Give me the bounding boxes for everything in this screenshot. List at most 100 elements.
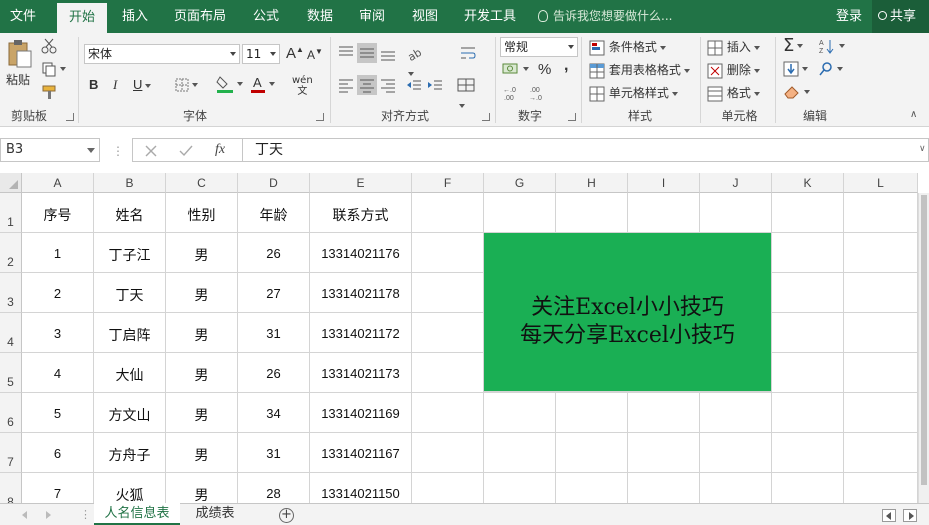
cell-d8[interactable]: 28 <box>238 473 310 503</box>
cell-e4[interactable]: 13314021172 <box>310 313 412 353</box>
align-right-button[interactable] <box>378 75 398 95</box>
decrease-decimal-button[interactable]: .00 →.0 <box>528 84 548 102</box>
cell-c2[interactable]: 男 <box>166 233 238 273</box>
cell-b8[interactable]: 火狐 <box>94 473 166 503</box>
clipboard-launcher[interactable] <box>66 113 74 121</box>
empty-cell[interactable] <box>700 393 772 433</box>
comma-button[interactable]: , <box>564 57 568 75</box>
empty-cell[interactable] <box>844 433 918 473</box>
scrollbar-thumb[interactable] <box>921 195 927 485</box>
cell-a4[interactable]: 3 <box>22 313 94 353</box>
row-header-8[interactable]: 8 <box>0 473 22 503</box>
empty-cell[interactable] <box>412 273 484 313</box>
cell-b3[interactable]: 丁天 <box>94 273 166 313</box>
cell-b2[interactable]: 丁子江 <box>94 233 166 273</box>
cell-c5[interactable]: 男 <box>166 353 238 393</box>
format-as-table-button[interactable]: 套用表格格式 <box>589 61 690 79</box>
row-header-7[interactable]: 7 <box>0 433 22 473</box>
collapse-ribbon-button[interactable]: ∧ <box>910 109 917 120</box>
column-header-f[interactable]: F <box>412 173 484 193</box>
empty-cell[interactable] <box>844 273 918 313</box>
tab-review[interactable]: 审阅 <box>350 0 394 33</box>
decrease-indent-button[interactable] <box>404 75 424 95</box>
row-header-2[interactable]: 2 <box>0 233 22 273</box>
header-cell-d1[interactable]: 年龄 <box>238 193 310 233</box>
orientation-button[interactable]: ab <box>405 43 433 76</box>
tell-me-box[interactable]: 告诉我您想要做什么... <box>538 0 672 33</box>
row-header-5[interactable]: 5 <box>0 353 22 393</box>
copy-button[interactable] <box>41 61 66 77</box>
cell-c7[interactable]: 男 <box>166 433 238 473</box>
wrap-text-button[interactable] <box>458 43 478 63</box>
cell-e2[interactable]: 13314021176 <box>310 233 412 273</box>
cell-a3[interactable]: 2 <box>22 273 94 313</box>
tab-file[interactable]: 文件 <box>0 0 46 33</box>
cancel-icon[interactable] <box>145 145 157 157</box>
cell-c4[interactable]: 男 <box>166 313 238 353</box>
column-header-i[interactable]: I <box>628 173 700 193</box>
column-header-c[interactable]: C <box>166 173 238 193</box>
empty-cell[interactable] <box>556 393 628 433</box>
cell-a5[interactable]: 4 <box>22 353 94 393</box>
increase-indent-button[interactable] <box>425 75 445 95</box>
add-sheet-button[interactable]: + <box>279 508 294 523</box>
cell-d5[interactable]: 26 <box>238 353 310 393</box>
sheet-tab-names[interactable]: 人名信息表 <box>94 503 180 525</box>
empty-cell[interactable] <box>844 233 918 273</box>
cell-b4[interactable]: 丁启阵 <box>94 313 166 353</box>
insert-function-icon[interactable]: fx <box>215 142 225 158</box>
cell-c8[interactable]: 男 <box>166 473 238 503</box>
column-header-d[interactable]: D <box>238 173 310 193</box>
empty-cell[interactable] <box>484 393 556 433</box>
cell-e6[interactable]: 13314021169 <box>310 393 412 433</box>
cell-styles-button[interactable]: 单元格样式 <box>589 84 678 102</box>
empty-cell[interactable] <box>844 353 918 393</box>
share-button[interactable]: 共享 <box>872 0 929 33</box>
empty-cell[interactable] <box>628 393 700 433</box>
column-header-a[interactable]: A <box>22 173 94 193</box>
enter-check-icon[interactable] <box>179 145 193 157</box>
empty-cell[interactable] <box>844 393 918 433</box>
font-size-select[interactable]: 11 <box>242 44 280 64</box>
tab-insert[interactable]: 插入 <box>112 0 158 33</box>
row-header-1[interactable]: 1 <box>0 193 22 233</box>
empty-cell[interactable] <box>700 473 772 503</box>
row-header-4[interactable]: 4 <box>0 313 22 353</box>
cell-d7[interactable]: 31 <box>238 433 310 473</box>
paste-button[interactable] <box>6 39 34 69</box>
cell-b5[interactable]: 大仙 <box>94 353 166 393</box>
empty-cell[interactable] <box>772 433 844 473</box>
row-header-3[interactable]: 3 <box>0 273 22 313</box>
tab-view[interactable]: 视图 <box>403 0 447 33</box>
grow-font-button[interactable]: A▲ <box>286 45 304 62</box>
empty-cell[interactable] <box>556 193 628 233</box>
header-cell-e1[interactable]: 联系方式 <box>310 193 412 233</box>
cell-a2[interactable]: 1 <box>22 233 94 273</box>
cell-e8[interactable]: 13314021150 <box>310 473 412 503</box>
empty-cell[interactable] <box>628 473 700 503</box>
find-select-button[interactable] <box>818 61 843 77</box>
empty-cell[interactable] <box>700 193 772 233</box>
align-center-button[interactable] <box>357 75 377 95</box>
tab-home[interactable]: 开始 <box>57 3 107 33</box>
underline-button[interactable]: U <box>133 77 152 92</box>
cell-d6[interactable]: 34 <box>238 393 310 433</box>
cut-button[interactable] <box>41 38 57 54</box>
banner-merged-cell[interactable]: 关注Excel小小技巧 每天分享Excel小技巧 <box>484 233 772 392</box>
empty-cell[interactable] <box>772 233 844 273</box>
empty-cell[interactable] <box>412 473 484 503</box>
next-sheet-arrow-icon[interactable] <box>46 511 51 519</box>
fill-button[interactable] <box>783 61 808 77</box>
empty-cell[interactable] <box>484 473 556 503</box>
increase-decimal-button[interactable]: ←.0.00 <box>502 84 522 102</box>
cell-c6[interactable]: 男 <box>166 393 238 433</box>
cell-a7[interactable]: 6 <box>22 433 94 473</box>
cell-d3[interactable]: 27 <box>238 273 310 313</box>
column-header-j[interactable]: J <box>700 173 772 193</box>
align-top-button[interactable] <box>336 43 356 63</box>
alignment-launcher[interactable] <box>482 113 490 121</box>
login-button[interactable]: 登录 <box>836 0 862 33</box>
cell-b7[interactable]: 方舟子 <box>94 433 166 473</box>
column-header-g[interactable]: G <box>484 173 556 193</box>
empty-cell[interactable] <box>844 193 918 233</box>
